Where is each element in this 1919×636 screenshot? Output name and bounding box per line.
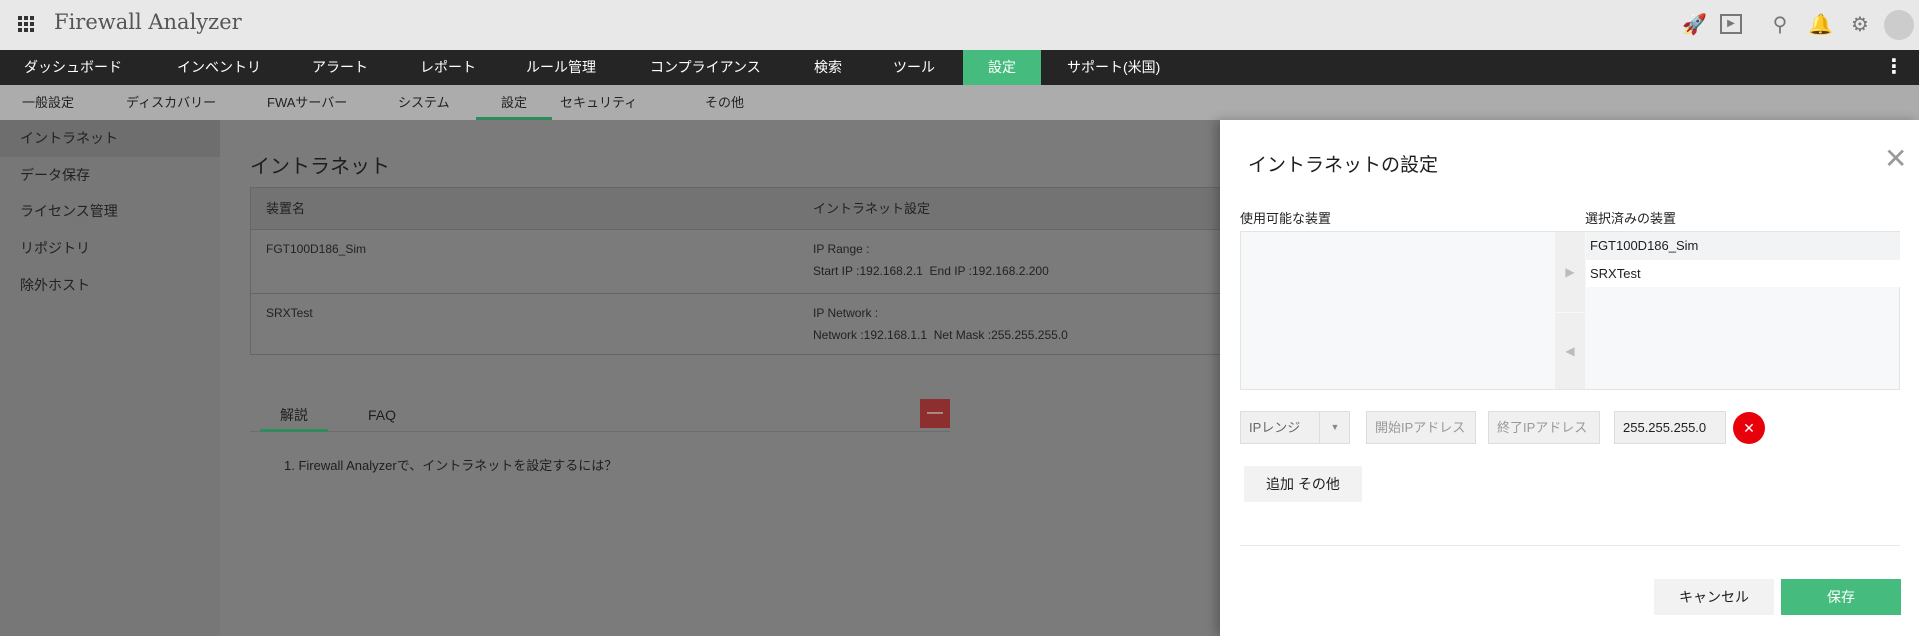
page-title: イントラネット [250, 156, 390, 178]
sub-nav: 一般設定 ディスカバリー FWAサーバー システム 設定 セキュリティ その他 [0, 85, 1919, 120]
main-nav: ダッシュボード インベントリ アラート レポート ルール管理 コンプライアンス … [0, 50, 1919, 85]
subnav-settings[interactable]: 設定 [476, 85, 552, 120]
intranet-detail: Network :192.168.1.1 Net Mask :255.255.2… [813, 328, 1068, 342]
column-header-intranet-settings: イントラネット設定 [813, 201, 931, 216]
selected-device-item[interactable]: SRXTest [1586, 260, 1900, 287]
intranet-detail: Start IP :192.168.2.1 End IP :192.168.2.… [813, 264, 1049, 278]
subnav-discovery[interactable]: ディスカバリー [126, 85, 216, 120]
app-header: Firewall Analyzer 🚀 ▶ ⚲ 🔔 ⚙ [0, 0, 1919, 50]
gear-icon[interactable]: ⚙ [1848, 13, 1872, 37]
add-more-button[interactable]: 追加 その他 [1244, 466, 1362, 502]
sidebar-item-license[interactable]: ライセンス管理 [0, 193, 220, 230]
device-name: SRXTest [266, 306, 313, 320]
nav-compliance[interactable]: コンプライアンス [650, 50, 761, 85]
selected-device-item[interactable]: FGT100D186_Sim [1586, 232, 1900, 260]
sidebar-item-intranet[interactable]: イントラネット [0, 120, 220, 157]
sidebar-item-excluded-hosts[interactable]: 除外ホスト [0, 267, 220, 304]
dialog-title: イントラネットの設定 [1248, 155, 1439, 176]
divider [1240, 545, 1900, 546]
save-button[interactable]: 保存 [1781, 579, 1901, 615]
collapse-help-button[interactable]: — [920, 399, 950, 428]
intranet-table: 装置名 イントラネット設定 FGT100D186_Sim IP Range : … [250, 187, 1241, 356]
intranet-type: IP Range : [813, 242, 870, 256]
close-icon[interactable]: ✕ [1884, 142, 1907, 175]
nav-alerts[interactable]: アラート [312, 50, 368, 85]
device-picker: ▶ ◀ FGT100D186_Sim SRXTest [1240, 231, 1900, 390]
nav-inventory[interactable]: インベントリ [177, 50, 261, 85]
nav-reports[interactable]: レポート [420, 50, 476, 85]
nav-rule-management[interactable]: ルール管理 [526, 50, 596, 85]
selected-devices-label: 選択済みの装置 [1585, 211, 1677, 226]
available-devices-label: 使用可能な装置 [1240, 211, 1332, 226]
subnav-other[interactable]: その他 [705, 85, 744, 120]
subnav-security[interactable]: セキュリティ [560, 85, 637, 120]
rocket-icon[interactable]: 🚀 [1682, 13, 1707, 37]
netmask-input[interactable]: 255.255.255.0 [1614, 411, 1726, 444]
subnav-fwa-server[interactable]: FWAサーバー [267, 85, 347, 120]
bell-icon[interactable]: 🔔 [1808, 13, 1833, 37]
apps-grid-icon[interactable] [18, 16, 34, 32]
ip-type-value: IPレンジ [1249, 420, 1301, 435]
device-name: FGT100D186_Sim [266, 242, 367, 256]
available-devices-list[interactable] [1241, 232, 1554, 389]
sidebar-item-repository[interactable]: リポジトリ [0, 230, 220, 267]
intranet-type: IP Network : [813, 306, 879, 320]
nav-support[interactable]: サポート(米国) [1067, 50, 1160, 85]
table-row[interactable]: SRXTest IP Network : Network :192.168.1.… [251, 294, 1241, 356]
more-options-icon[interactable]: ⋮ [1884, 50, 1904, 85]
chevron-down-icon: ▼ [1319, 412, 1350, 443]
search-icon[interactable]: ⚲ [1768, 13, 1792, 37]
nav-dashboard[interactable]: ダッシュボード [24, 50, 122, 85]
subnav-general[interactable]: 一般設定 [22, 85, 74, 120]
move-right-button[interactable]: ▶ [1555, 232, 1585, 312]
nav-tools[interactable]: ツール [893, 50, 935, 85]
subnav-system[interactable]: システム [398, 85, 450, 120]
user-avatar-icon[interactable] [1884, 10, 1914, 40]
help-tabs: 解説 FAQ [250, 400, 950, 432]
start-ip-input[interactable]: 開始IPアドレス [1366, 411, 1476, 444]
table-header: 装置名 イントラネット設定 [251, 188, 1241, 230]
remove-row-button[interactable]: ✕ [1733, 412, 1765, 444]
table-row[interactable]: FGT100D186_Sim IP Range : Start IP :192.… [251, 230, 1241, 294]
tab-faq[interactable]: FAQ [368, 400, 396, 430]
sidebar-item-data-retention[interactable]: データ保存 [0, 157, 220, 194]
presentation-icon[interactable]: ▶ [1720, 14, 1742, 34]
sidebar: イントラネット データ保存 ライセンス管理 リポジトリ 除外ホスト [0, 120, 220, 636]
move-left-button[interactable]: ◀ [1555, 313, 1585, 389]
tab-explanation[interactable]: 解説 [260, 400, 328, 432]
faq-question-link[interactable]: 1. Firewall Analyzerで、イントラネットを設定するには？ [284, 455, 617, 474]
intranet-settings-dialog: イントラネットの設定 ✕ 使用可能な装置 選択済みの装置 ▶ ◀ FGT100D… [1220, 120, 1919, 636]
cancel-button[interactable]: キャンセル [1654, 579, 1774, 615]
nav-search[interactable]: 検索 [814, 50, 842, 85]
app-title: Firewall Analyzer [54, 10, 242, 34]
column-header-device: 装置名 [266, 201, 306, 216]
end-ip-input[interactable]: 終了IPアドレス [1488, 411, 1600, 444]
nav-settings[interactable]: 設定 [963, 50, 1041, 85]
ip-type-select[interactable]: IPレンジ ▼ [1240, 411, 1350, 444]
